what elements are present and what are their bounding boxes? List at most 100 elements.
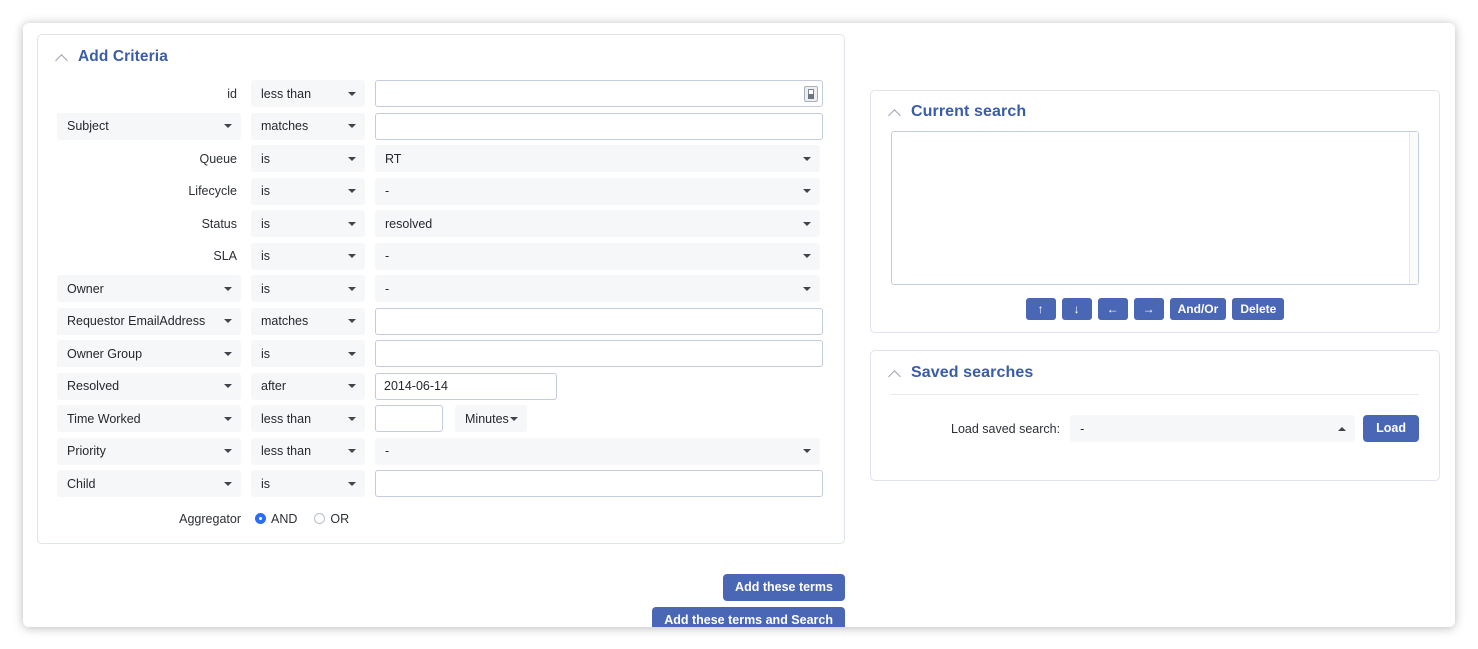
criteria-field-cell: id [57, 80, 241, 107]
move-up-button[interactable]: ↑ [1026, 298, 1056, 320]
operator-select-12[interactable]: is [251, 470, 365, 497]
value-select-2[interactable]: RT [375, 145, 820, 172]
criteria-field-cell: Resolved [57, 373, 241, 400]
value-select-11-value: - [385, 444, 389, 458]
current-search-toolbar: ↑ ↓ ← → And/OrDelete [871, 298, 1439, 320]
operator-select-8[interactable]: is [251, 340, 365, 367]
field-select-8[interactable]: Owner Group [57, 340, 241, 367]
operator-select-0[interactable]: less than [251, 80, 365, 107]
add-these-terms-button[interactable]: Add these terms [723, 574, 845, 601]
aggregator-option-or[interactable]: OR [314, 512, 349, 526]
criteria-value-cell [375, 80, 844, 107]
operator-select-6[interactable]: is [251, 275, 365, 302]
criteria-row: Child is [38, 470, 844, 497]
field-select-10[interactable]: Time Worked [57, 405, 241, 432]
field-select-11[interactable]: Priority [57, 438, 241, 465]
collapse-caret-icon[interactable] [889, 367, 902, 380]
value-input-1[interactable] [375, 113, 823, 140]
operator-select-4-value: is [261, 217, 270, 231]
chevron-down-icon [224, 449, 232, 453]
operator-select-4[interactable]: is [251, 210, 365, 237]
value-select-wrap: resolved [375, 210, 820, 237]
load-saved-search-select[interactable]: - [1070, 415, 1355, 442]
criteria-row: Owner Group is [38, 340, 844, 367]
picker-widget-icon[interactable] [804, 86, 818, 102]
value-select-6[interactable]: - [375, 275, 820, 302]
operator-select-11[interactable]: less than [251, 438, 365, 465]
current-search-listbox[interactable] [891, 131, 1419, 285]
criteria-field-cell: Priority [57, 438, 241, 465]
chevron-down-icon [348, 417, 356, 421]
value-select-6-value: - [385, 282, 389, 296]
value-input-12[interactable] [375, 470, 823, 497]
chevron-down-icon [224, 319, 232, 323]
field-select-1[interactable]: Subject [57, 113, 241, 140]
field-select-7[interactable]: Requestor EmailAddress [57, 308, 241, 335]
collapse-caret-icon[interactable] [56, 51, 69, 64]
field-select-9[interactable]: Resolved [57, 373, 241, 400]
chevron-down-icon [348, 157, 356, 161]
operator-select-9[interactable]: after [251, 373, 365, 400]
aggregator-option-and[interactable]: AND [255, 512, 297, 526]
move-right-button[interactable]: → [1134, 298, 1164, 320]
aggregator-row: Aggregator ANDOR [38, 505, 844, 532]
load-saved-search-label: Load saved search: [891, 422, 1060, 436]
page-card: Add Criteria idless thanSubjectmatchesQu… [23, 23, 1455, 627]
operator-select-5[interactable]: is [251, 243, 365, 270]
criteria-operator-cell: is [251, 178, 365, 205]
unit-select-10[interactable]: Minutes [455, 405, 527, 432]
value-select-5[interactable]: - [375, 243, 820, 270]
current-search-scrollbar[interactable] [1409, 132, 1418, 284]
and-or-button[interactable]: And/Or [1170, 298, 1227, 320]
collapse-caret-icon[interactable] [889, 106, 902, 119]
current-search-panel: Current search ↑↓←→And/OrDelete [870, 90, 1440, 333]
field-select-8-value: Owner Group [67, 347, 142, 361]
criteria-operator-cell: is [251, 210, 365, 237]
value-input-8[interactable] [375, 340, 823, 367]
chevron-down-icon [803, 189, 811, 193]
operator-select-2-value: is [261, 152, 270, 166]
operator-select-1-value: matches [261, 119, 308, 133]
value-unit-wrap: Minutes [455, 405, 527, 432]
value-number-input-10[interactable] [375, 405, 443, 432]
chevron-down-icon [348, 482, 356, 486]
load-button[interactable]: Load [1363, 415, 1419, 442]
field-select-6[interactable]: Owner [57, 275, 241, 302]
radio-icon[interactable] [314, 513, 325, 524]
value-select-5-value: - [385, 249, 389, 263]
value-select-11[interactable]: - [375, 438, 820, 465]
chevron-down-icon [224, 287, 232, 291]
chevron-down-icon [803, 449, 811, 453]
radio-icon[interactable] [255, 513, 266, 524]
criteria-row: Statusisresolved [38, 210, 844, 237]
value-input-7[interactable] [375, 308, 823, 335]
criteria-operator-cell: is [251, 243, 365, 270]
delete-button[interactable]: Delete [1232, 298, 1284, 320]
criteria-rows: idless thanSubjectmatchesQueueisRTLifecy… [38, 80, 844, 497]
operator-select-3[interactable]: is [251, 178, 365, 205]
chevron-down-icon [348, 287, 356, 291]
operator-select-1[interactable]: matches [251, 113, 365, 140]
move-left-button[interactable]: ← [1098, 298, 1128, 320]
operator-select-10[interactable]: less than [251, 405, 365, 432]
chevron-down-icon [803, 287, 811, 291]
operator-select-12-value: is [261, 477, 270, 491]
value-input-wrap [375, 80, 823, 107]
add-these-terms-and-search-button[interactable]: Add these terms and Search [652, 607, 845, 627]
chevron-down-icon [348, 92, 356, 96]
value-select-4[interactable]: resolved [375, 210, 820, 237]
value-select-3[interactable]: - [375, 178, 820, 205]
move-down-button[interactable]: ↓ [1062, 298, 1092, 320]
criteria-value-cell [375, 113, 844, 140]
criteria-value-cell: - [375, 243, 844, 270]
operator-select-7[interactable]: matches [251, 308, 365, 335]
divider [891, 394, 1419, 395]
value-input-0[interactable] [375, 80, 823, 107]
value-date-input-9[interactable] [375, 373, 557, 400]
operator-select-2[interactable]: is [251, 145, 365, 172]
chevron-down-icon [224, 352, 232, 356]
operator-select-10-value: less than [261, 412, 311, 426]
load-saved-search-value: - [1080, 422, 1084, 436]
saved-searches-header: Saved searches [871, 351, 1439, 388]
field-select-12[interactable]: Child [57, 470, 241, 497]
